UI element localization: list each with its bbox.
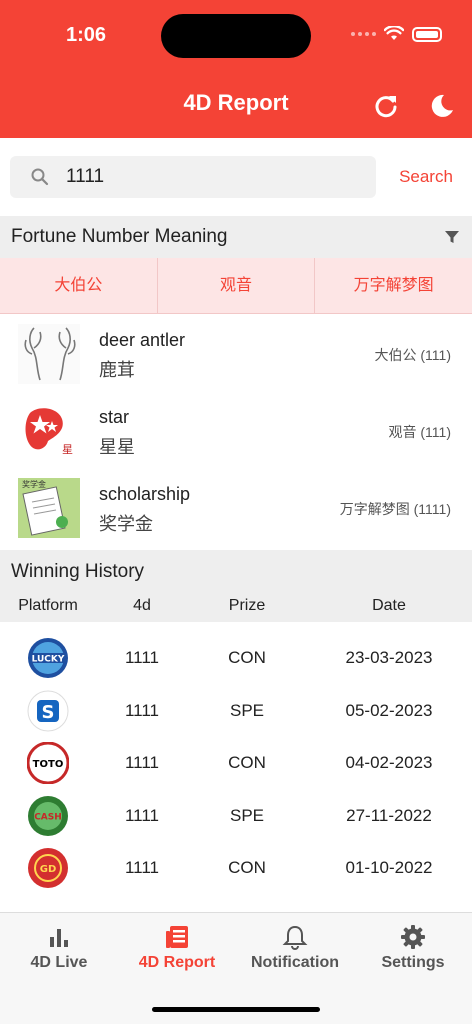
svg-text:LUCKY: LUCKY [32,655,65,665]
list-item[interactable]: 奖学金 scholarship 奖学金 万字解梦图 (1111) [0,472,472,549]
meaning-english: star [99,407,130,427]
column-header-4d[interactable]: 4d [102,597,182,615]
cash-sweep-logo: CASH [28,795,68,836]
status-indicators [351,26,442,42]
meaning-source-tabs: 大伯公 观音 万字解梦图 [0,258,472,314]
meaning-english: scholarship [99,484,191,504]
scholarship-certificate-icon: 奖学金 [18,478,80,538]
history-section-header: Winning History Platform 4d Prize Date [0,550,472,622]
newspaper-icon [166,926,188,948]
section-title: Winning History [11,561,145,582]
list-item[interactable]: 星 star 星星 观音 (111) [0,395,472,472]
lucky-hari-hari-logo: LUCKY [28,638,68,678]
tab-4d-live[interactable]: 4D Live [0,923,118,983]
star-icon: 星 [18,401,80,461]
cell-number: 1111 [124,858,160,877]
refresh-icon[interactable] [372,92,400,120]
table-row[interactable]: GD 1111 CON 01-10-2022 [0,842,472,895]
table-row[interactable]: TOTO 1111 CON 04-02-2023 [0,737,472,790]
cell-number: 1111 [124,805,160,825]
tab-da-bo-gong[interactable]: 大伯公 [0,258,158,313]
svg-text:奖学金: 奖学金 [22,479,46,489]
svg-text:GD: GD [40,864,57,875]
bell-icon [282,925,308,950]
tab-settings[interactable]: Settings [354,923,472,983]
cell-prize: CON [228,858,266,877]
list-item[interactable]: deer antler 鹿茸 大伯公 (111) [0,318,472,395]
cell-number: 1111 [124,753,160,772]
meaning-source-label: 万字解梦图 (1111) [339,501,451,517]
tab-4d-report[interactable]: 4D Report [118,923,236,983]
status-time: 1:06 [66,24,107,46]
gear-icon [401,925,425,949]
tab-label: 4D Live [30,954,88,971]
meaning-list: deer antler 鹿茸 大伯公 (111) 星 star 星星 观音 (1… [0,318,472,549]
meaning-chinese: 奖学金 [99,514,153,534]
wifi-icon [384,26,404,40]
search-button[interactable]: Search [386,164,466,190]
history-table: LUCKY 1111 CON 23-03-2023 S 1111 SPE 05-… [0,632,472,895]
cell-prize: SPE [229,805,265,825]
svg-text:TOTO: TOTO [33,759,64,770]
table-row[interactable]: LUCKY 1111 CON 23-03-2023 [0,632,472,685]
bar-chart-icon [50,929,68,947]
grand-dragon-logo: GD [28,848,68,888]
tab-label: Notification [251,954,339,971]
svg-text:CASH: CASH [34,812,62,822]
cell-date: 23-03-2023 [345,648,433,667]
battery-icon [412,26,442,42]
column-header-prize[interactable]: Prize [207,597,287,615]
search-field[interactable] [10,156,376,198]
search-input[interactable] [66,162,366,192]
cellular-signal-icon [351,32,376,36]
meaning-chinese: 鹿茸 [99,360,135,380]
cell-number: 1111 [124,648,160,667]
meaning-chinese: 星星 [99,437,135,457]
cell-date: 27-11-2022 [346,805,432,825]
cell-date: 04-02-2023 [345,753,433,772]
cell-number: 1111 [124,700,160,720]
sports-toto-logo: TOTO [27,742,69,784]
deer-antler-icon [18,324,80,384]
camera-notch [161,14,311,58]
meaning-source-label: 观音 (111) [388,424,452,440]
app-header: 1:06 4D Report [0,0,472,138]
cell-prize: SPE [229,700,265,720]
meaning-english: deer antler [99,330,186,350]
cell-date: 01-10-2022 [345,858,433,877]
cell-date: 05-02-2023 [345,700,433,720]
tab-notification[interactable]: Notification [236,923,354,983]
cell-prize: CON [228,753,266,772]
tab-label: 4D Report [138,954,216,971]
singapore-pools-logo: S [27,690,69,731]
table-row[interactable]: S 1111 SPE 05-02-2023 [0,685,472,738]
tab-wan-zi-dream-chart[interactable]: 万字解梦图 [315,258,472,313]
table-row[interactable]: CASH 1111 SPE 27-11-2022 [0,790,472,843]
svg-text:星: 星 [62,443,73,456]
column-header-platform[interactable]: Platform [6,597,90,615]
dark-mode-moon-icon[interactable] [428,92,456,120]
search-icon [31,168,49,186]
svg-text:S: S [42,702,55,723]
meaning-section-header: Fortune Number Meaning [0,216,472,258]
cell-prize: CON [228,648,266,667]
filter-icon[interactable] [444,229,460,245]
section-title: Fortune Number Meaning [11,226,228,247]
meaning-source-label: 大伯公 (111) [374,347,452,363]
column-header-date[interactable]: Date [330,597,448,615]
tab-guan-yin[interactable]: 观音 [158,258,316,313]
tab-label: Settings [381,954,445,971]
page-title: 4D Report [183,90,289,115]
home-indicator[interactable] [152,1007,320,1012]
